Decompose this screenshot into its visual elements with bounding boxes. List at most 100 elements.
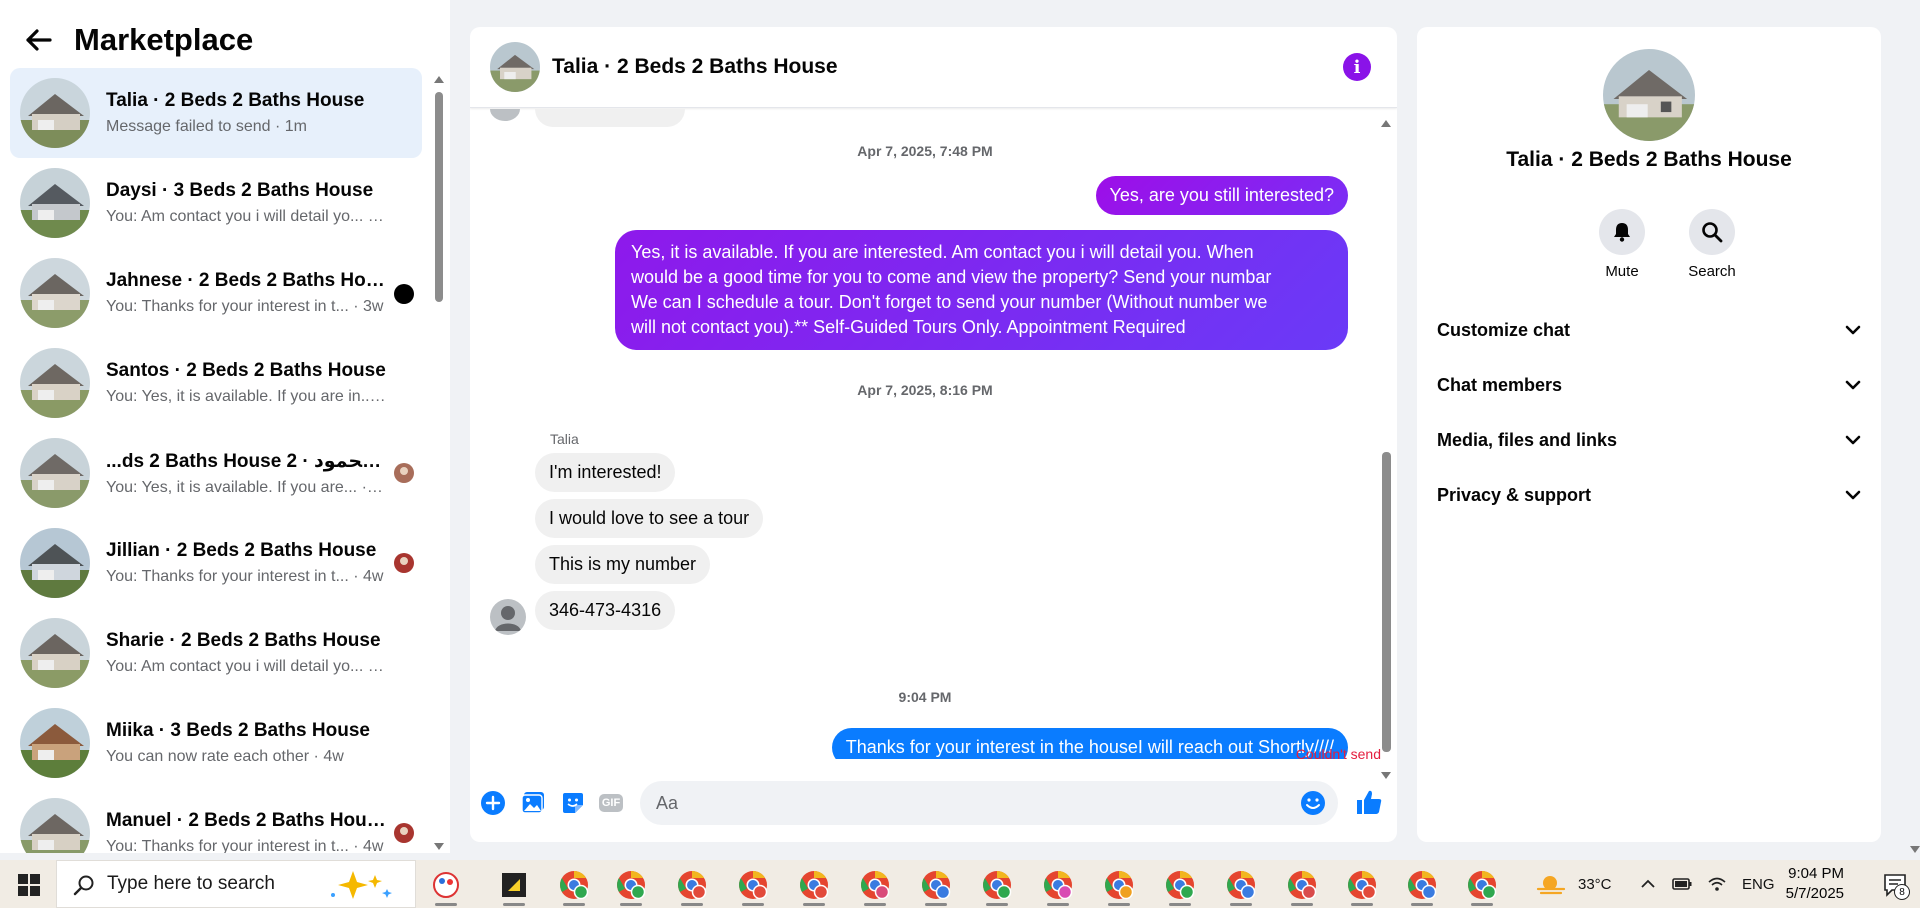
- chrome-profile-icon[interactable]: [1164, 869, 1196, 901]
- scroll-up-arrow-icon[interactable]: [434, 76, 444, 83]
- weather-widget[interactable]: 33°C: [1536, 860, 1612, 908]
- chrome-profile-icon[interactable]: [981, 869, 1013, 901]
- conversation-sidebar: Marketplace Talia · 2 Beds 2 Baths House…: [0, 0, 450, 853]
- chrome-profile-icon[interactable]: [737, 869, 769, 901]
- conversation-preview: You: Thanks for your interest in t... · …: [106, 298, 384, 315]
- unread-dot: [394, 284, 414, 304]
- conversation-item[interactable]: ...ds 2 Baths House 2 · أبو محمود You: Ye…: [10, 428, 422, 518]
- contact-avatar[interactable]: [1603, 49, 1695, 141]
- sticker-icon[interactable]: [560, 790, 586, 816]
- conversation-avatar: [20, 798, 90, 853]
- gif-icon[interactable]: GIF: [598, 790, 624, 816]
- conversation-item[interactable]: Santos · 2 Beds 2 Baths House You: Yes, i…: [10, 338, 422, 428]
- conversation-preview: You: Yes, it is available. If you are in…: [106, 388, 386, 405]
- conversation-name: Daysi · 3 Beds 2 Baths House: [106, 180, 374, 201]
- chat-header: Talia · 2 Beds 2 Baths House i: [470, 27, 1397, 108]
- conversation-item[interactable]: Miika · 3 Beds 2 Baths House You can now …: [10, 698, 422, 788]
- sidebar-header: Marketplace: [24, 22, 253, 58]
- chrome-profile-icon[interactable]: [558, 869, 590, 901]
- add-plus-icon[interactable]: [480, 790, 506, 816]
- battery-icon[interactable]: [1672, 877, 1692, 891]
- privacy-support-section[interactable]: Privacy & support: [1437, 475, 1861, 515]
- emoji-icon[interactable]: [1300, 790, 1326, 816]
- sent-message-long[interactable]: Yes, it is available. If you are interes…: [615, 230, 1348, 350]
- received-message-phone[interactable]: 346-473-4316: [535, 591, 676, 630]
- message-line: would be a good time for you to come and…: [631, 267, 1272, 287]
- chrome-profile-icon[interactable]: [1225, 869, 1257, 901]
- running-indicator: [620, 903, 642, 906]
- conversation-item[interactable]: Manuel · 2 Beds 2 Baths House You: Thanks…: [10, 788, 422, 853]
- chrome-profile-icon[interactable]: [1466, 869, 1498, 901]
- conversation-preview: You: Thanks for your interest in t... · …: [106, 568, 384, 585]
- back-arrow-icon[interactable]: [24, 25, 54, 55]
- running-indicator: [1411, 903, 1433, 906]
- chrome-profile-icon[interactable]: [1406, 869, 1438, 901]
- chrome-profile-icon[interactable]: [1042, 869, 1074, 901]
- received-message[interactable]: I'm interested!: [535, 453, 676, 492]
- taskbar-clock[interactable]: 9:04 PM 5/7/2025: [1786, 864, 1844, 904]
- clock-time: 9:04 PM: [1788, 865, 1844, 882]
- conversation-avatar: [20, 708, 90, 778]
- photo-icon[interactable]: [520, 790, 546, 816]
- conversation-item[interactable]: Daysi · 3 Beds 2 Baths House You: Am cont…: [10, 158, 422, 248]
- scrollbar-thumb[interactable]: [1382, 452, 1391, 752]
- info-icon[interactable]: i: [1343, 53, 1371, 81]
- chrome-profile-icon[interactable]: [676, 869, 708, 901]
- seen-avatar: [394, 463, 414, 483]
- sent-message[interactable]: Yes, are you still interested?: [1095, 176, 1348, 215]
- conversation-item[interactable]: Talia · 2 Beds 2 Baths House Message fail…: [10, 68, 422, 158]
- search-button[interactable]: Search: [1667, 209, 1757, 280]
- search-label: Search: [1688, 263, 1736, 280]
- chrome-profile-icon[interactable]: [1346, 869, 1378, 901]
- customize-chat-section[interactable]: Customize chat: [1437, 310, 1861, 350]
- search-icon[interactable]: [1689, 209, 1735, 255]
- wifi-icon[interactable]: [1708, 876, 1726, 892]
- notification-center-icon[interactable]: 8: [1882, 872, 1910, 900]
- running-indicator: [986, 903, 1008, 906]
- page-scroll-down-arrow-icon[interactable]: [1910, 846, 1920, 853]
- conversation-avatar: [20, 168, 90, 238]
- scroll-down-arrow-icon[interactable]: [434, 843, 444, 850]
- sidebar-scrollbar[interactable]: [434, 72, 444, 852]
- conversation-preview: You: Yes, it is available. If you are...…: [106, 478, 386, 496]
- taskbar-search-box[interactable]: Type here to search: [56, 860, 416, 908]
- chevron-up-icon[interactable]: [1640, 879, 1656, 889]
- conversation-avatar: [20, 528, 90, 598]
- conversation-avatar: [20, 78, 90, 148]
- thumbs-up-icon[interactable]: [1354, 787, 1384, 817]
- chat-avatar[interactable]: [490, 42, 540, 92]
- language-indicator[interactable]: ENG: [1742, 876, 1775, 893]
- windows-start-icon[interactable]: [18, 874, 40, 896]
- message-input[interactable]: Aa: [640, 781, 1338, 825]
- chrome-profile-icon[interactable]: [859, 869, 891, 901]
- chrome-profile-icon[interactable]: [615, 869, 647, 901]
- conversation-item[interactable]: Sharie · 2 Beds 2 Baths House You: Am con…: [10, 608, 422, 698]
- sender-avatar[interactable]: [490, 599, 526, 635]
- mute-button[interactable]: Mute: [1577, 209, 1667, 280]
- conversation-preview: You can now rate each other · 4w: [106, 748, 344, 765]
- conversation-item[interactable]: Jahnese · 2 Beds 2 Baths House You: Thank…: [10, 248, 422, 338]
- sticky-notes-icon[interactable]: [498, 869, 530, 901]
- received-message[interactable]: I would love to see a tour: [535, 499, 764, 538]
- chat-title[interactable]: Talia · 2 Beds 2 Baths House: [552, 55, 838, 79]
- bell-icon[interactable]: [1599, 209, 1645, 255]
- conversation-item[interactable]: Jillian · 2 Beds 2 Baths House You: Thank…: [10, 518, 422, 608]
- message-bubble-partial: [535, 109, 685, 127]
- paint-app-icon[interactable]: [430, 869, 462, 901]
- chrome-profile-icon[interactable]: [798, 869, 830, 901]
- scroll-up-arrow-icon[interactable]: [1381, 120, 1391, 127]
- chat-members-section[interactable]: Chat members: [1437, 365, 1861, 405]
- media-files-links-section[interactable]: Media, files and links: [1437, 420, 1861, 460]
- section-label: Chat members: [1437, 374, 1563, 395]
- chrome-profile-icon[interactable]: [1286, 869, 1318, 901]
- sent-message-failed[interactable]: Thanks for your interest in the houseI w…: [831, 728, 1348, 759]
- scrollbar-thumb[interactable]: [435, 92, 443, 302]
- received-message[interactable]: This is my number: [535, 545, 711, 584]
- send-error-label[interactable]: Couldn't send: [1296, 746, 1381, 762]
- chrome-profile-icon[interactable]: [920, 869, 952, 901]
- conversation-text: Jahnese · 2 Beds 2 Baths House You: Thank…: [106, 270, 386, 316]
- chat-scrollbar[interactable]: [1380, 117, 1392, 779]
- conversation-list: Talia · 2 Beds 2 Baths House Message fail…: [10, 68, 422, 853]
- conversation-name: Miika · 3 Beds 2 Baths House: [106, 720, 370, 741]
- chrome-profile-icon[interactable]: [1103, 869, 1135, 901]
